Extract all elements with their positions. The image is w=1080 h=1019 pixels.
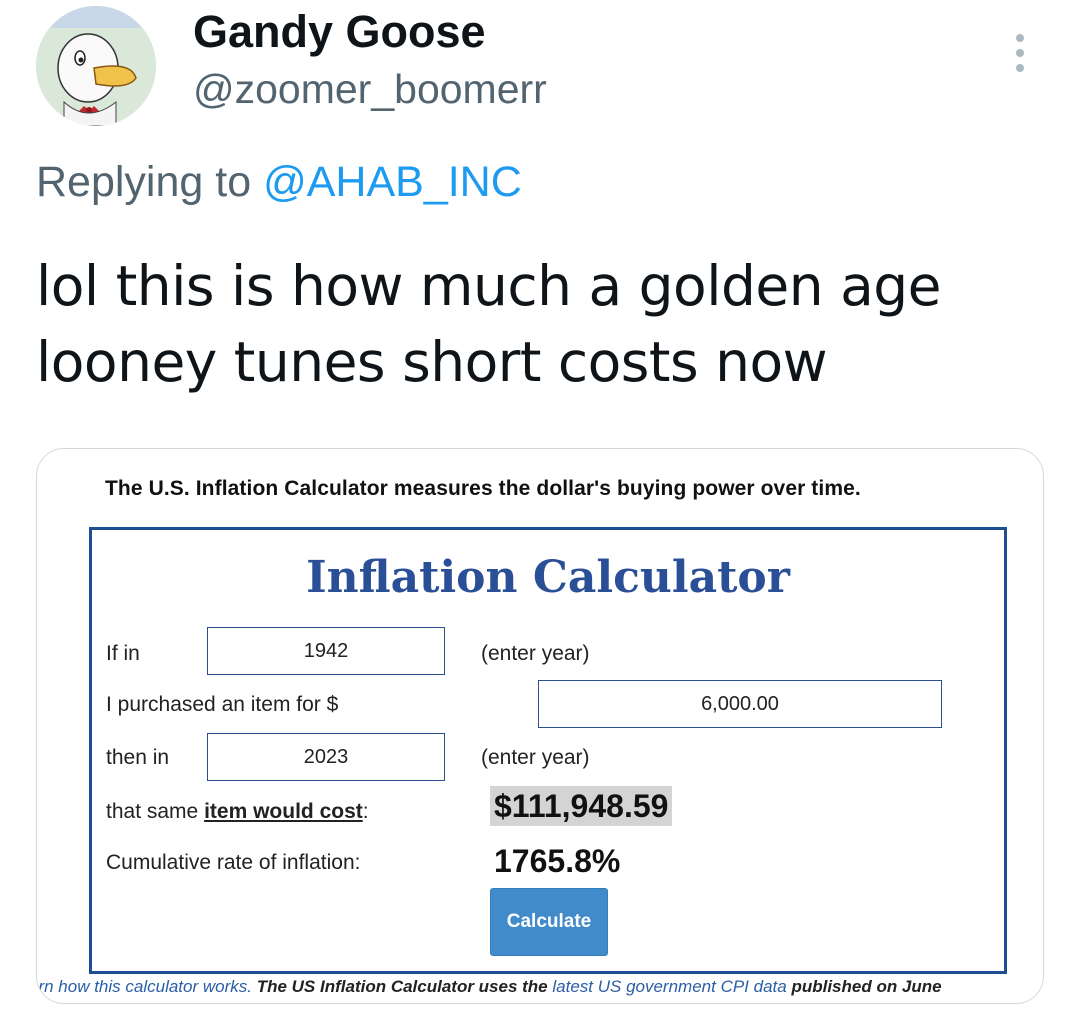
then-in-label: then in	[106, 746, 170, 769]
end-year-input[interactable]: 2023	[207, 733, 445, 781]
cumulative-label: Cumulative rate of inflation:	[106, 851, 361, 874]
cartoon-goose-avatar-icon	[36, 6, 156, 126]
purchased-label: I purchased an item for $	[106, 693, 339, 716]
more-dot	[1016, 64, 1024, 72]
how-it-works-link[interactable]: arn how this calculator works.	[37, 977, 252, 996]
amount-input[interactable]: 6,000.00	[538, 680, 942, 728]
cpi-data-link[interactable]: latest US government CPI data	[552, 977, 786, 996]
start-year-input[interactable]: 1942	[207, 627, 445, 675]
more-options-icon[interactable]	[1004, 30, 1036, 76]
enter-year-hint: (enter year)	[481, 642, 590, 665]
replying-prefix: Replying to	[36, 158, 264, 206]
footer-text: The US Inflation Calculator uses the	[251, 977, 553, 996]
calculator-panel: Inflation Calculator If in 1942 (enter y…	[89, 527, 1007, 974]
replying-to: Replying to @AHAB_INC	[36, 158, 522, 207]
avatar[interactable]	[36, 6, 156, 126]
enter-year-hint: (enter year)	[481, 746, 590, 769]
same-item-label: that same item would cost:	[106, 800, 369, 824]
same-item-prefix: that same	[106, 800, 205, 823]
cumulative-result: 1765.8%	[494, 843, 621, 879]
display-name[interactable]: Gandy Goose	[193, 6, 486, 58]
cost-result-value: $111,948.59	[490, 786, 673, 826]
tweet-text: lol this is how much a golden age looney…	[36, 254, 942, 394]
if-in-label: If in	[106, 642, 140, 665]
user-handle[interactable]: @zoomer_boomerr	[193, 66, 547, 113]
more-dot	[1016, 49, 1024, 57]
calculate-button[interactable]: Calculate	[490, 888, 608, 956]
calculator-footer: arn how this calculator works. The US In…	[37, 977, 1043, 997]
more-dot	[1016, 34, 1024, 42]
calculator-caption: The U.S. Inflation Calculator measures t…	[105, 477, 861, 500]
reply-mention-link[interactable]: @AHAB_INC	[263, 158, 522, 206]
attached-image[interactable]: The U.S. Inflation Calculator measures t…	[36, 448, 1044, 1004]
same-item-suffix: :	[362, 800, 369, 823]
item-would-cost-link[interactable]: item would cost	[204, 800, 363, 823]
calculator-title: Inflation Calculator	[306, 552, 790, 603]
footer-text-end: published on June	[786, 977, 942, 996]
cost-result: $111,948.59	[490, 786, 673, 826]
